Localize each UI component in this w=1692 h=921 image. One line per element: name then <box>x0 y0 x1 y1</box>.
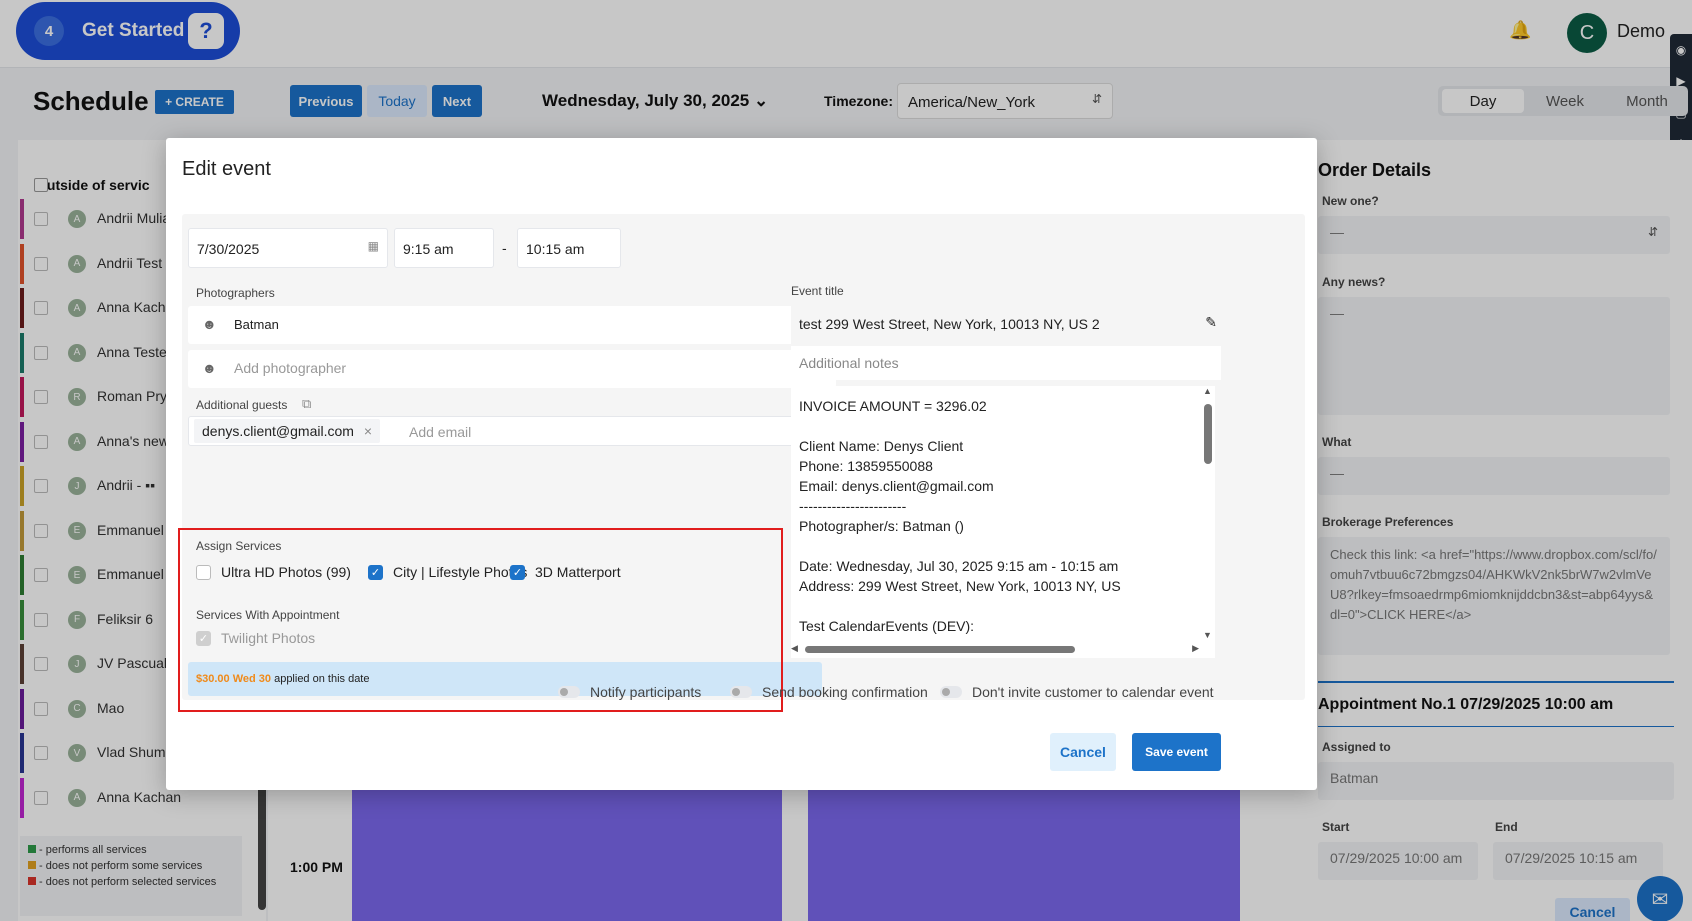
cancel-button[interactable]: Cancel <box>1050 733 1116 771</box>
scroll-thumb[interactable] <box>1204 404 1212 464</box>
guest-chip: denys.client@gmail.com × <box>194 419 381 443</box>
description-text: INVOICE AMOUNT = 3296.02 Client Name: De… <box>799 398 1121 634</box>
save-event-button[interactable]: Save event <box>1132 733 1221 771</box>
scroll-thumb[interactable] <box>805 646 1075 653</box>
copy-icon[interactable]: ⧉ <box>302 396 311 412</box>
scroll-right-icon[interactable]: ▶ <box>1192 643 1199 654</box>
event-title-label: Event title <box>791 284 844 298</box>
scroll-up-icon[interactable]: ▲ <box>1203 386 1212 396</box>
booking-label: Send booking confirmation <box>762 684 928 700</box>
modal-body: 7/30/2025 ▦ 9:15 am - 10:15 am Photograp… <box>178 214 1305 712</box>
end-time-field[interactable]: 10:15 am <box>517 228 621 268</box>
edit-icon[interactable]: ✎ <box>1205 314 1217 331</box>
calendar-icon[interactable]: ▦ <box>368 239 379 253</box>
guest-email: denys.client@gmail.com <box>202 423 354 439</box>
close-icon[interactable]: × <box>364 423 372 439</box>
scroll-down-icon[interactable]: ▼ <box>1203 630 1212 640</box>
date-field[interactable]: 7/30/2025 ▦ <box>188 228 388 268</box>
photographer-select[interactable]: ☻ Batman ⇵ <box>188 306 836 344</box>
guests-input[interactable]: denys.client@gmail.com × Add email <box>188 416 828 446</box>
additional-guests-label: Additional guests <box>196 398 288 412</box>
description-textarea[interactable]: INVOICE AMOUNT = 3296.02 Client Name: De… <box>791 386 1215 658</box>
person-icon: ☻ <box>202 360 217 376</box>
add-email-placeholder: Add email <box>409 424 472 440</box>
edit-event-modal: Edit event 7/30/2025 ▦ 9:15 am - 10:15 a… <box>166 138 1317 790</box>
dont-invite-toggle[interactable]: Don't invite customer to calendar event <box>940 684 1214 700</box>
toggle-switch[interactable] <box>940 686 962 698</box>
modal-title: Edit event <box>182 158 271 180</box>
date-value: 7/30/2025 <box>197 241 260 257</box>
toggle-switch[interactable] <box>730 686 752 698</box>
additional-notes-field[interactable]: Additional notes <box>791 346 1221 380</box>
photographers-label: Photographers <box>196 286 275 300</box>
booking-toggle[interactable]: Send booking confirmation <box>730 684 928 700</box>
add-photographer-select[interactable]: ☻ Add photographer ⇵ <box>188 350 836 388</box>
description-vscroll[interactable]: ▲ ▼ <box>1201 386 1215 644</box>
description-hscroll[interactable]: ◀ ▶ <box>791 642 1201 656</box>
toggle-switch[interactable] <box>558 686 580 698</box>
add-photographer-placeholder: Add photographer <box>234 360 347 376</box>
time-separator: - <box>502 240 507 256</box>
notify-label: Notify participants <box>590 684 702 700</box>
start-time-field[interactable]: 9:15 am <box>394 228 494 268</box>
event-title-value: test 299 West Street, New York, 10013 NY… <box>799 316 1100 332</box>
event-title-field[interactable]: test 299 West Street, New York, 10013 NY… <box>791 304 1217 344</box>
notify-toggle[interactable]: Notify participants <box>558 684 701 700</box>
scroll-left-icon[interactable]: ◀ <box>791 643 798 654</box>
photographer-selected: Batman <box>234 317 279 332</box>
dont-invite-label: Don't invite customer to calendar event <box>972 684 1214 700</box>
person-icon: ☻ <box>202 316 217 332</box>
